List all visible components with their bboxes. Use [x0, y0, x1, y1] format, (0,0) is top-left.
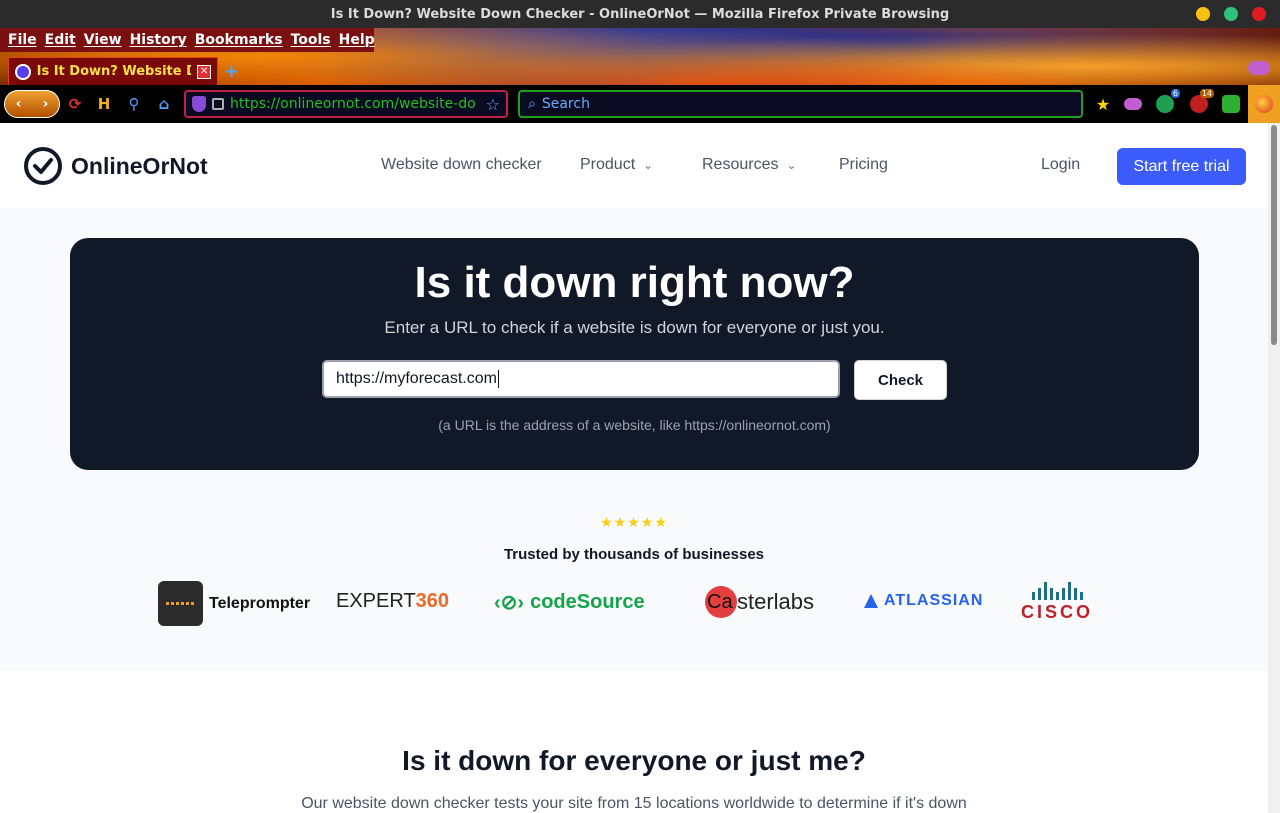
url-input-value: https://myforecast.com [336, 370, 497, 387]
url-bar[interactable]: https://onlineornot.com/website-do ☆ [184, 90, 508, 118]
menu-view[interactable]: View [80, 32, 126, 48]
back-forward-buttons: ‹ › [4, 90, 60, 118]
casterlabs-logo-icon: Ca [705, 586, 737, 618]
brand-expert360: EXPERT360 [336, 590, 449, 613]
menu-help[interactable]: Help [335, 32, 379, 48]
brand-codesource: ‹⊘› codeSource [494, 590, 645, 615]
login-link[interactable]: Login [1041, 156, 1080, 174]
search-icon: ⌕ [528, 96, 536, 112]
brand-label: EXPERT360 [336, 590, 450, 612]
tab-active[interactable]: Is It Down? Website Down ✕ [8, 57, 218, 85]
window-titlebar: Is It Down? Website Down Checker - Onlin… [0, 0, 1280, 28]
check-circle-logo-icon [24, 147, 62, 185]
bookmarks-star-icon[interactable]: ★ [1094, 95, 1112, 114]
teleprompter-logo-icon [158, 581, 203, 626]
hero-title: Is it down right now? [414, 258, 855, 307]
nav-label: Pricing [839, 156, 888, 173]
new-tab-button[interactable]: + [224, 61, 239, 82]
onlineornot-favicon-icon [15, 63, 31, 80]
window-title: Is It Down? Website Down Checker - Onlin… [330, 6, 950, 22]
brand-label: codeSource [530, 591, 645, 613]
menu-file[interactable]: File [4, 32, 41, 48]
nav-label: Product [580, 156, 636, 173]
section-title: Is it down for everyone or just me? [402, 745, 866, 776]
tracking-shield-icon[interactable] [192, 96, 206, 112]
url-text[interactable]: https://onlineornot.com/website-do [230, 96, 476, 112]
start-free-trial-button[interactable]: Start free trial [1117, 148, 1246, 185]
magnifier-icon[interactable]: ⚲ [125, 95, 143, 113]
site-header: OnlineOrNot Website down checker Product… [0, 123, 1268, 208]
section-subtitle: Our website down checker tests your site… [301, 795, 967, 812]
scrollbar-thumb[interactable] [1271, 125, 1277, 345]
brand-label: CISCO [1021, 602, 1094, 622]
menu-bookmarks[interactable]: Bookmarks [191, 32, 287, 48]
cisco-bars-icon [1031, 582, 1083, 600]
tab-title: Is It Down? Website Down [36, 64, 192, 79]
menu-edit[interactable]: Edit [41, 32, 80, 48]
firefox-menu-button[interactable] [1248, 85, 1280, 123]
back-button[interactable]: ‹ [16, 96, 22, 112]
menu-history[interactable]: History [126, 32, 191, 48]
brand-name: OnlineOrNot [71, 152, 208, 179]
nav-resources[interactable]: Resources ⌄ [702, 156, 797, 174]
extension-shield-icon[interactable]: 6 [1156, 89, 1180, 113]
extension-badge: 6 [1170, 89, 1180, 98]
ublock-badge: 14 [1199, 89, 1214, 98]
close-window-button[interactable] [1252, 7, 1266, 21]
navigation-toolbar: ‹ › ⟳ H ⚲ ⌂ https://onlineornot.com/webs… [0, 85, 1280, 123]
nav-label: Resources [702, 156, 779, 173]
nav-product[interactable]: Product ⌄ [580, 156, 653, 174]
site-logo[interactable]: OnlineOrNot [23, 146, 208, 186]
minimize-button[interactable] [1196, 7, 1210, 21]
trusted-tagline: Trusted by thousands of businesses [503, 546, 765, 563]
private-browsing-mask-icon [1248, 61, 1270, 75]
home-icon[interactable]: ⌂ [155, 95, 173, 113]
firefox-logo-icon [1255, 95, 1273, 113]
menu-tools[interactable]: Tools [287, 32, 335, 48]
brand-label: sterlabs [737, 589, 815, 614]
tab-close-icon[interactable]: ✕ [197, 64, 211, 79]
hero-subtitle: Enter a URL to check if a website is dow… [384, 318, 885, 337]
brand-label: Teleprompter [209, 594, 311, 612]
page-viewport: OnlineOrNot Website down checker Product… [0, 123, 1268, 813]
nav-website-down-checker[interactable]: Website down checker [381, 156, 542, 174]
brand-cisco: CISCO [1021, 582, 1093, 623]
hero-card: Is it down right now? Enter a URL to che… [70, 238, 1199, 470]
reload-icon[interactable]: ⟳ [66, 95, 84, 113]
history-h-icon[interactable]: H [95, 95, 113, 113]
customer-logos: Teleprompter EXPERT360 ‹⊘› codeSource Ca… [0, 578, 1268, 628]
brand-casterlabs: Ca sterlabs [705, 586, 814, 618]
url-check-input[interactable]: https://myforecast.com [322, 360, 840, 398]
search-bar[interactable]: ⌕ Search [518, 90, 1083, 118]
window-controls [1196, 7, 1266, 21]
private-mask-extension-icon[interactable] [1124, 98, 1142, 110]
tab-strip: Is It Down? Website Down ✕ + [0, 55, 1280, 85]
maximize-button[interactable] [1224, 7, 1238, 21]
bookmark-star-icon[interactable]: ☆ [486, 95, 500, 114]
nav-pricing[interactable]: Pricing [839, 156, 888, 174]
nav-label: Website down checker [381, 156, 542, 173]
codesource-logo-icon: ‹⊘› [494, 592, 525, 614]
lock-icon[interactable] [212, 98, 224, 110]
url-hint: (a URL is the address of a website, like… [438, 417, 831, 433]
brand-teleprompter: Teleprompter [158, 581, 310, 626]
atlassian-logo-icon [864, 594, 878, 608]
search-placeholder: Search [541, 96, 590, 112]
text-caret [497, 370, 499, 388]
ublock-icon[interactable]: 14 [1190, 89, 1214, 113]
forward-button[interactable]: › [43, 96, 49, 112]
chevron-down-icon: ⌄ [786, 158, 797, 172]
brand-label: ATLASSIAN [884, 592, 984, 609]
page-scrollbar[interactable] [1268, 123, 1280, 813]
brand-atlassian: ATLASSIAN [864, 592, 983, 610]
menu-bar: File Edit View History Bookmarks Tools H… [0, 28, 375, 52]
rating-stars-icon: ★★★★★ [600, 514, 668, 530]
chevron-down-icon: ⌄ [643, 158, 654, 172]
extension-grid-icon[interactable] [1222, 95, 1240, 113]
check-button[interactable]: Check [854, 360, 947, 400]
